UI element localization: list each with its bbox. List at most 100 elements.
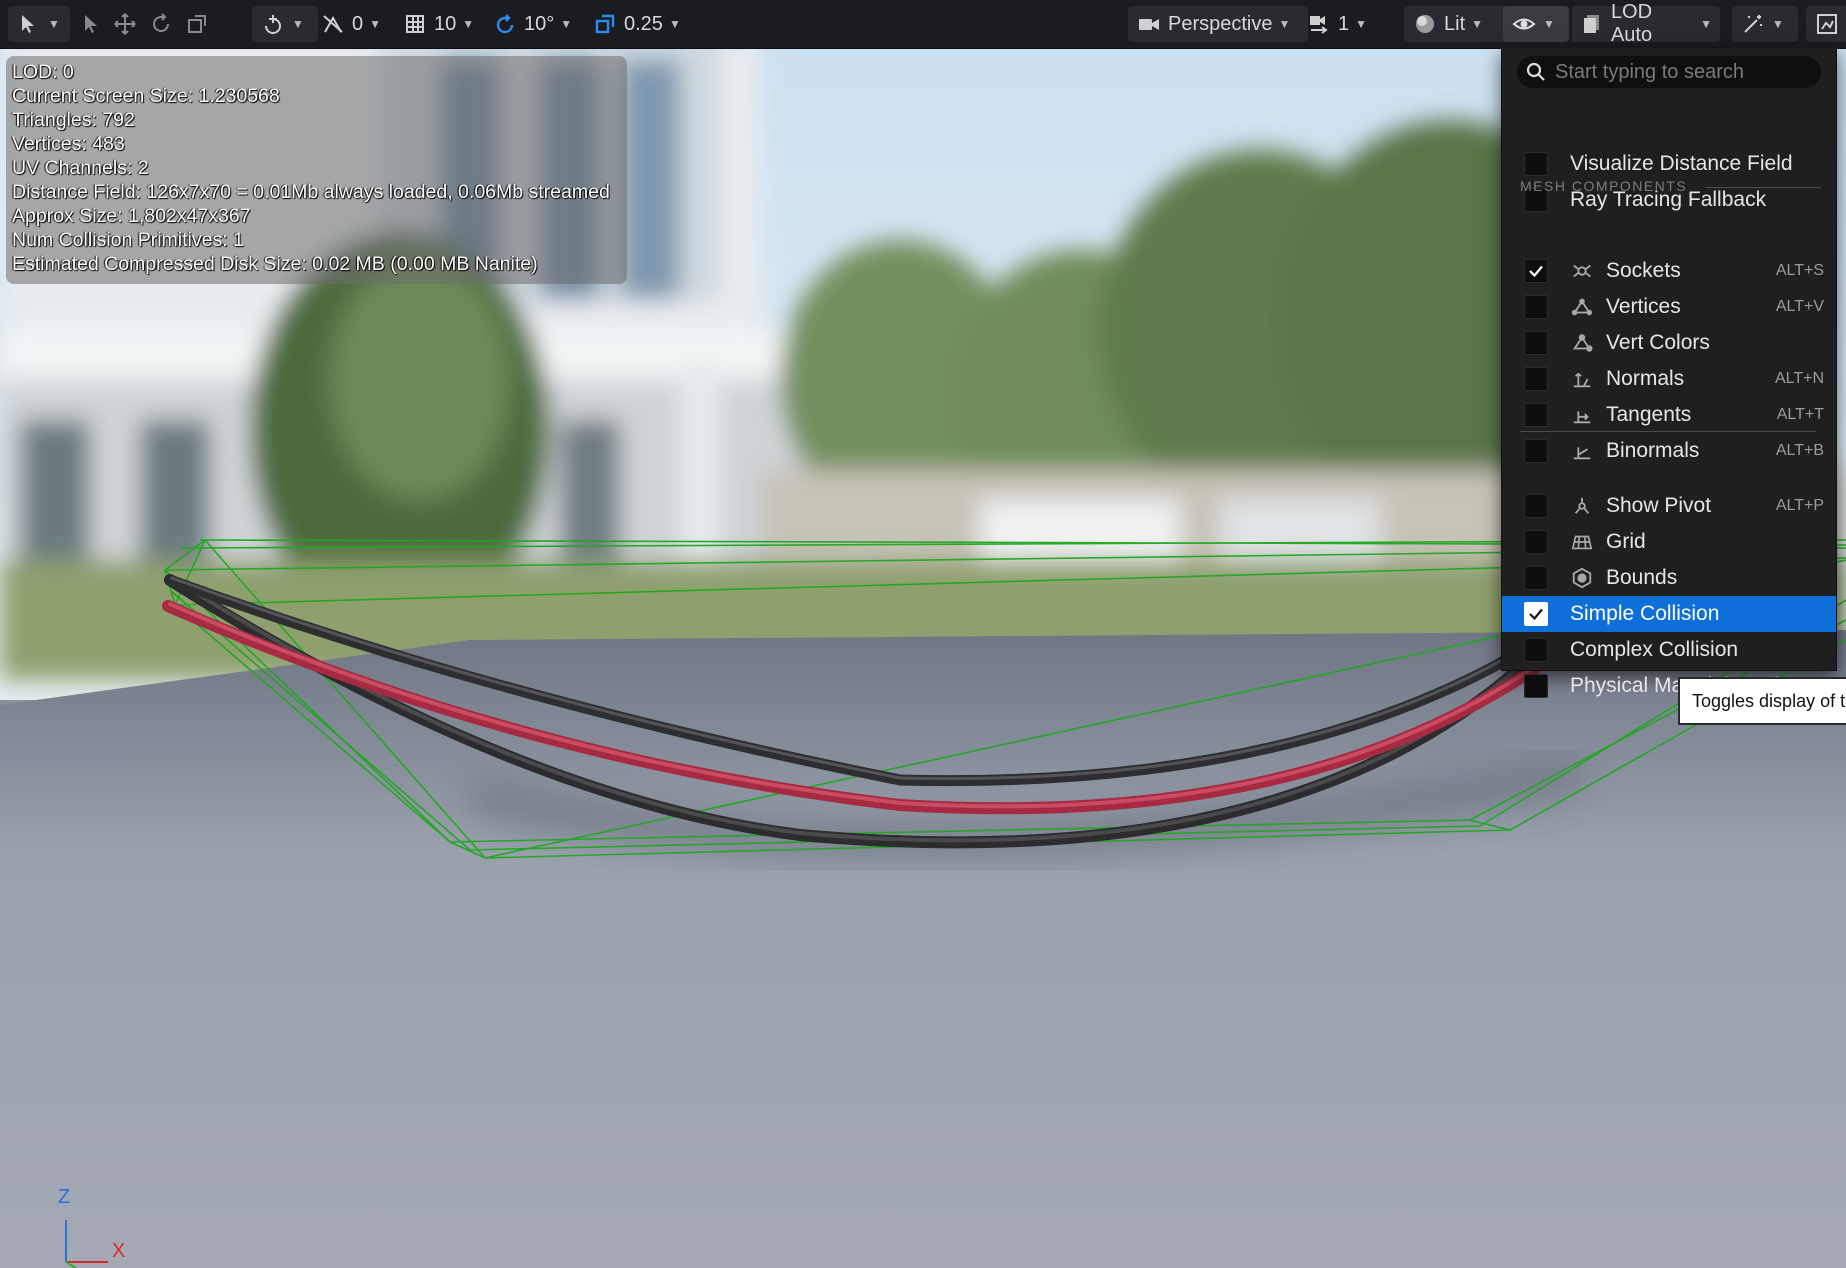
checkbox[interactable] (1524, 367, 1548, 391)
chevron-down-icon: ▼ (1278, 17, 1291, 31)
scale-tool-button[interactable] (184, 6, 210, 42)
lod-icon (1580, 11, 1605, 37)
menu-item-complex-collision[interactable]: Complex Collision (1502, 632, 1836, 668)
select-mode-icon (16, 11, 42, 37)
menu-item-label: Tangents (1606, 403, 1692, 426)
lit-sphere-icon (1412, 11, 1438, 37)
checkbox[interactable] (1524, 439, 1548, 463)
camera-icon (1136, 11, 1162, 37)
chevron-down-icon: ▼ (560, 17, 573, 31)
menu-item-visualize-distance-field[interactable]: Visualize Distance Field (1502, 146, 1836, 182)
stat-approx-size: Approx Size: 1,802x47x367 (12, 205, 251, 227)
viewport-layout-button[interactable] (1806, 6, 1846, 42)
rotation-snap-value: 10° (524, 12, 555, 35)
menu-item-grid[interactable]: Grid (1502, 524, 1836, 560)
shortcut-label: ALT+T (1776, 406, 1824, 423)
surface-snap-dropdown[interactable]: ▼ (252, 6, 318, 42)
perspective-dropdown[interactable]: Perspective ▼ (1128, 6, 1308, 42)
menu-item-label: Normals (1606, 367, 1685, 390)
menu-item-label: Visualize Distance Field (1570, 152, 1793, 175)
grid-snap-icon (402, 11, 428, 37)
menu-item-simple-collision[interactable]: Simple Collision (1502, 596, 1836, 632)
checkbox-checked[interactable] (1524, 259, 1548, 283)
grid-snap-dropdown[interactable]: 10 ▼ (402, 6, 474, 42)
menu-search-box[interactable] (1517, 56, 1821, 88)
chevron-down-icon: ▼ (1700, 17, 1712, 31)
menu-item-bounds[interactable]: Bounds (1502, 560, 1836, 596)
select-tool-button[interactable] (78, 6, 104, 42)
menu-divider (1520, 431, 1816, 432)
stat-uv-channels: UV Channels: 2 (12, 157, 149, 179)
shortcut-label: ALT+P (1775, 497, 1824, 514)
surface-snap-icon (260, 11, 286, 37)
eye-icon (1511, 11, 1537, 37)
chevron-down-icon: ▼ (1471, 17, 1484, 31)
axis-x-label: X (112, 1240, 126, 1262)
rotation-snap-dropdown[interactable]: 10° ▼ (492, 6, 572, 42)
checkbox[interactable] (1524, 494, 1548, 518)
stat-vertices: Vertices: 483 (12, 133, 125, 155)
checkbox[interactable] (1524, 638, 1548, 662)
translate-tool-button[interactable] (112, 6, 138, 42)
scale-icon (184, 11, 210, 37)
checkbox[interactable] (1524, 530, 1548, 554)
menu-item-vertices[interactable]: Vertices ALT+V (1502, 289, 1836, 325)
menu-item-sockets[interactable]: Sockets ALT+S (1502, 253, 1836, 289)
chevron-down-icon: ▼ (292, 17, 304, 31)
viewport-layout-icon (1814, 11, 1840, 37)
menu-item-label: Binormals (1606, 439, 1700, 462)
menu-item-label: Sockets (1606, 259, 1681, 282)
camera-speed-dropdown[interactable]: 1 ▼ (1306, 6, 1367, 42)
checkbox[interactable] (1524, 152, 1548, 176)
rotate-tool-button[interactable] (148, 6, 174, 42)
lit-mode-dropdown[interactable]: Lit ▼ (1404, 6, 1508, 42)
rotation-snap-icon (492, 11, 518, 37)
menu-item-binormals[interactable]: Binormals ALT+B (1502, 433, 1836, 469)
bounds-icon (1570, 566, 1594, 590)
menu-item-vert-colors[interactable]: Vert Colors (1502, 325, 1836, 361)
rotate-icon (148, 11, 174, 37)
stat-screen-size: Current Screen Size: 1.230568 (12, 85, 280, 107)
show-flags-dropdown[interactable]: ▼ (1503, 6, 1569, 42)
chevron-down-icon: ▼ (48, 17, 60, 31)
lit-mode-label: Lit (1444, 12, 1466, 35)
scale-snap-value: 0.25 (624, 12, 663, 35)
checkbox[interactable] (1524, 674, 1548, 698)
checkbox[interactable] (1524, 566, 1548, 590)
snap-dropdown[interactable]: 0 ▼ (320, 6, 381, 42)
tooltip: Toggles display of t (1678, 677, 1846, 725)
select-mode-dropdown[interactable]: ▼ (8, 6, 70, 42)
menu-item-tangents[interactable]: Tangents ALT+T (1502, 397, 1836, 433)
menu-item-show-pivot[interactable]: Show Pivot ALT+P (1502, 488, 1836, 524)
stat-lod: LOD: 0 (12, 61, 74, 83)
snap-value: 0 (352, 12, 364, 35)
vertices-icon (1570, 295, 1594, 319)
menu-item-label: Vert Colors (1606, 331, 1710, 354)
chevron-down-icon: ▼ (369, 17, 382, 31)
menu-item-label: Vertices (1606, 295, 1681, 318)
snap-off-icon (320, 11, 346, 37)
checkmark-icon (1529, 265, 1543, 278)
menu-item-label: Bounds (1606, 566, 1678, 589)
magic-wand-icon (1740, 11, 1766, 37)
lod-dropdown[interactable]: LOD Auto ▼ (1572, 1, 1720, 46)
checkbox[interactable] (1524, 403, 1548, 427)
menu-item-normals[interactable]: Normals ALT+N (1502, 361, 1836, 397)
chevron-down-icon: ▼ (462, 17, 475, 31)
chevron-down-icon: ▼ (1772, 17, 1784, 31)
search-input[interactable] (1553, 59, 1807, 85)
checkbox[interactable] (1524, 331, 1548, 355)
chevron-down-icon: ▼ (668, 17, 681, 31)
menu-item-label: Simple Collision (1570, 602, 1720, 625)
scale-snap-dropdown[interactable]: 0.25 ▼ (592, 6, 681, 42)
camera-speed-value: 1 (1338, 12, 1350, 35)
checkbox-checked[interactable] (1524, 602, 1548, 626)
camera-speed-icon (1306, 11, 1332, 37)
checkbox[interactable] (1524, 295, 1548, 319)
search-icon (1523, 59, 1549, 85)
grid-icon (1570, 530, 1594, 554)
stat-collision-primitives: Num Collision Primitives: 1 (12, 229, 244, 251)
translate-icon (112, 11, 138, 37)
axis-gizmo: Z X (50, 1186, 140, 1268)
realtime-dropdown[interactable]: ▼ (1732, 6, 1798, 42)
